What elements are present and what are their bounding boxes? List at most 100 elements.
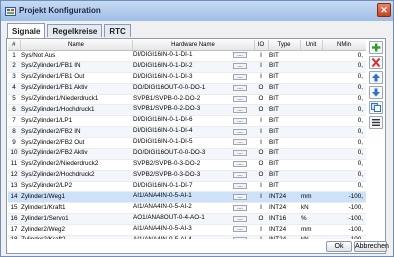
table-row[interactable]: 8 Sys/Zylinder2/FB2 IN DI/DIGI16IN-0-1-DI-…: [8, 126, 366, 138]
signal-type[interactable]: INT24: [268, 202, 300, 215]
table-row[interactable]: 6 Sys/Zylinder1/Hochdruck1 SVPB1/SVPB-0-2-…: [8, 104, 366, 117]
signal-name[interactable]: Sys/Zylinder1/FB1 IN: [20, 61, 132, 73]
list-button[interactable]: [369, 116, 383, 129]
io-direction[interactable]: O: [254, 104, 268, 117]
tab-signale[interactable]: Signale: [7, 23, 46, 38]
row-number[interactable]: 6: [8, 104, 20, 117]
signal-name[interactable]: Zylinder2/Kraft2: [20, 235, 132, 239]
table-row[interactable]: 15 Zylinder1/Kraft1 AI1/ANA4IN-0-5-AI-2...…: [8, 202, 366, 215]
signal-name[interactable]: Sys/Zylinder2/LP2: [20, 181, 132, 193]
row-number[interactable]: 5: [8, 94, 20, 106]
table-row[interactable]: 10 Sys/Zylinder2/FB2 Aktiv DO/DIGI16OUT-0-…: [8, 148, 366, 160]
signal-type[interactable]: BIT: [268, 50, 300, 62]
table-row[interactable]: 11 Sys/Zylinder2/Niederdruck2 SVPB2/SVPB-0…: [8, 159, 366, 171]
signal-type[interactable]: BIT: [268, 126, 300, 138]
header-hardware-name[interactable]: Hardware Name: [132, 40, 255, 51]
signal-type[interactable]: BIT: [268, 170, 300, 182]
nmin-value[interactable]: 0,: [322, 137, 366, 149]
hardware-name[interactable]: DI/DIGI16IN-0-1-DI-6....: [132, 115, 254, 128]
row-number[interactable]: 7: [8, 115, 20, 128]
signal-type[interactable]: INT24: [268, 191, 300, 204]
tab-regelkreise[interactable]: Regelkreise: [47, 24, 103, 37]
signal-type[interactable]: BIT: [268, 72, 300, 84]
table-row[interactable]: 18Zylinder2/Kraft2AI1/ANA4IN-0-5-AI-4...…: [8, 235, 366, 239]
nmin-value[interactable]: 0,: [322, 170, 366, 182]
signal-unit[interactable]: [300, 72, 322, 84]
nmin-value[interactable]: 0,: [322, 94, 366, 106]
signal-type[interactable]: BIT: [268, 61, 300, 73]
hardware-name[interactable]: DI/DIGI16IN-0-1-DI-7....: [132, 181, 254, 193]
io-direction[interactable]: I: [254, 126, 268, 138]
hardware-name[interactable]: AI1/ANA4IN-0-5-AI-1....: [132, 191, 254, 204]
hardware-name[interactable]: AI1/ANA4IN-0-5-AI-4....: [132, 235, 254, 239]
table-row[interactable]: 7 Sys/Zylinder1/LP1 DI/DIGI16IN-0-1-DI-6..…: [8, 115, 366, 128]
io-direction[interactable]: I: [254, 224, 268, 236]
browse-hardware-button[interactable]: ....: [233, 172, 247, 179]
browse-hardware-button[interactable]: ....: [233, 106, 247, 113]
signal-unit[interactable]: [300, 61, 322, 73]
browse-hardware-button[interactable]: ....: [233, 52, 247, 59]
row-number[interactable]: 13: [8, 181, 20, 193]
nmin-value[interactable]: 0,: [322, 115, 366, 128]
signal-unit[interactable]: [300, 181, 322, 193]
row-number[interactable]: 1: [8, 50, 20, 62]
signal-unit[interactable]: kN: [300, 235, 322, 239]
row-number[interactable]: 3: [8, 72, 20, 84]
signal-name[interactable]: Zylinder1/Kraft1: [20, 202, 132, 215]
table-row[interactable]: 12 Sys/Zylinder2/Hochdruck2 SVPB2/SVPB-0-3…: [8, 170, 366, 182]
signal-type[interactable]: INT16: [268, 213, 300, 225]
io-direction[interactable]: O: [254, 83, 268, 95]
signal-type[interactable]: BIT: [268, 83, 300, 95]
add-row-button[interactable]: [369, 41, 383, 54]
signal-type[interactable]: BIT: [268, 115, 300, 128]
hardware-name[interactable]: DI/DIGI16IN-0-1-DI-3....: [132, 72, 254, 84]
browse-hardware-button[interactable]: ....: [233, 204, 247, 211]
title-bar[interactable]: Projekt Konfiguration ✕: [1, 1, 393, 21]
hardware-name[interactable]: AO1/ANA8OUT-0-4-AO-1....: [132, 213, 254, 225]
signal-name[interactable]: Zylinder2/Weg2: [20, 224, 132, 236]
table-row[interactable]: 17 Zylinder2/Weg2 AI1/ANA4IN-0-5-AI-3.... I…: [8, 224, 366, 236]
io-direction[interactable]: O: [254, 148, 268, 160]
signal-name[interactable]: Sys/Zylinder2/Niederdruck2: [20, 159, 132, 171]
signal-unit[interactable]: %: [300, 213, 322, 225]
browse-hardware-button[interactable]: ....: [233, 117, 247, 124]
nmin-value[interactable]: -100,: [322, 224, 366, 236]
io-direction[interactable]: I: [254, 50, 268, 62]
browse-hardware-button[interactable]: ....: [233, 161, 247, 168]
signal-unit[interactable]: [300, 104, 322, 117]
nmin-value[interactable]: 0,: [322, 159, 366, 171]
hardware-name[interactable]: SVPB1/SVPB-0-2-DO-3....: [132, 104, 254, 117]
nmin-value[interactable]: 0,: [322, 181, 366, 193]
table-row[interactable]: 16 Zylinder1/Servo1 AO1/ANA8OUT-0-4-AO-1..…: [8, 213, 366, 225]
browse-hardware-button[interactable]: ....: [233, 95, 247, 102]
header-io[interactable]: IO: [254, 40, 269, 51]
signals-table-container[interactable]: # Name Hardware Name IO Type Unit NMin 1…: [8, 40, 366, 239]
nmin-value[interactable]: 0,: [322, 104, 366, 117]
header-name[interactable]: Name: [20, 40, 133, 51]
io-direction[interactable]: I: [254, 181, 268, 193]
io-direction[interactable]: I: [254, 235, 268, 239]
signal-name[interactable]: Sys/Zylinder1/Niederdruck1: [20, 94, 132, 106]
signal-name[interactable]: Sys/Zylinder2/FB2 Aktiv: [20, 148, 132, 160]
row-number[interactable]: 18: [8, 235, 20, 239]
signal-unit[interactable]: [300, 170, 322, 182]
browse-hardware-button[interactable]: ....: [233, 128, 247, 135]
signal-name[interactable]: Zylinder1/Servo1: [20, 213, 132, 225]
io-direction[interactable]: I: [254, 191, 268, 204]
copy-row-button[interactable]: [369, 101, 383, 114]
table-row[interactable]: 5 Sys/Zylinder1/Niederdruck1 SVPB1/SVPB-0-…: [8, 94, 366, 106]
signal-unit[interactable]: mm: [300, 191, 322, 204]
io-direction[interactable]: O: [254, 159, 268, 171]
hardware-name[interactable]: AI1/ANA4IN-0-5-AI-2....: [132, 202, 254, 215]
nmin-value[interactable]: -100,: [322, 191, 366, 204]
table-row[interactable]: 1 Sys/Not Aus DI/DIGI16IN-0-1-DI-1.... I BIT…: [8, 50, 366, 62]
signal-type[interactable]: BIT: [268, 148, 300, 160]
hardware-name[interactable]: SVPB2/SVPB-0-3-DO-3....: [132, 170, 254, 182]
hardware-name[interactable]: DI/DIGI16IN-0-1-DI-5....: [132, 137, 254, 149]
signal-name[interactable]: Zylinder1/Weg1: [20, 191, 132, 204]
hardware-name[interactable]: DI/DIGI16IN-0-1-DI-1....: [132, 50, 254, 62]
signal-name[interactable]: Sys/Zylinder1/FB1 Out: [20, 72, 132, 84]
table-row[interactable]: 13 Sys/Zylinder2/LP2 DI/DIGI16IN-0-1-DI-7.…: [8, 181, 366, 193]
delete-row-button[interactable]: [369, 56, 383, 69]
io-direction[interactable]: I: [254, 115, 268, 128]
